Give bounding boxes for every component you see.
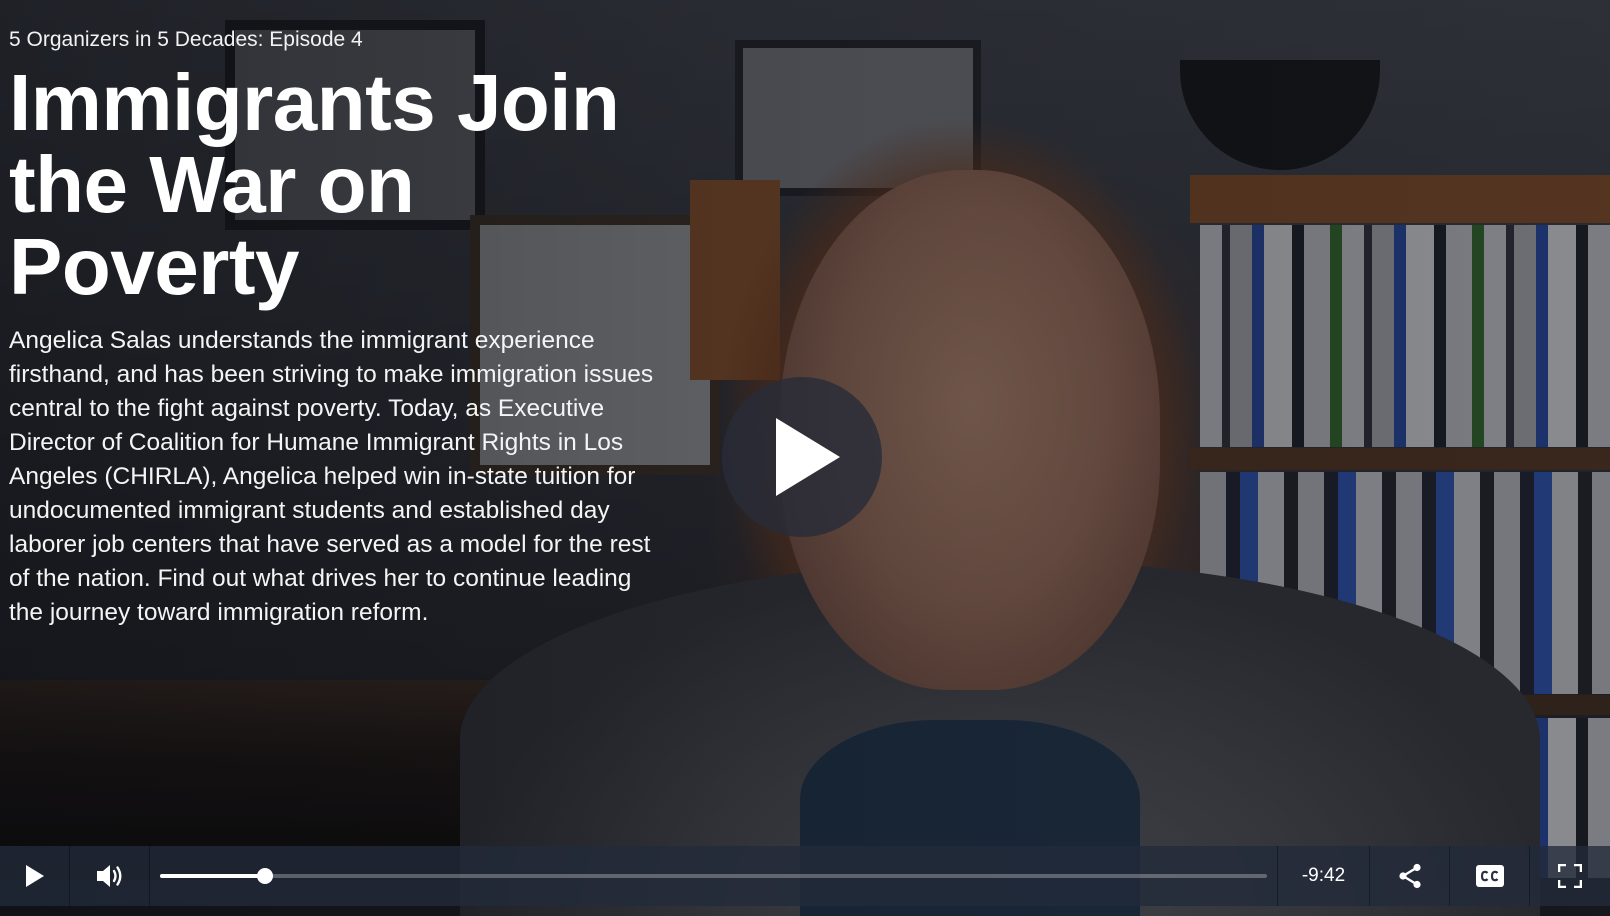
captions-button[interactable] bbox=[1450, 846, 1530, 906]
time-remaining: -9:42 bbox=[1278, 846, 1370, 906]
big-play-button[interactable] bbox=[722, 377, 882, 537]
progress-fill bbox=[160, 874, 266, 878]
play-icon bbox=[25, 865, 44, 887]
video-info: 5 Organizers in 5 Decades: Episode 4 Imm… bbox=[9, 26, 659, 630]
share-icon bbox=[1398, 863, 1421, 889]
episode-label: 5 Organizers in 5 Decades: Episode 4 bbox=[9, 28, 363, 51]
progress-bar[interactable] bbox=[150, 846, 1278, 906]
fullscreen-icon bbox=[1558, 864, 1582, 888]
volume-icon bbox=[96, 865, 121, 887]
progress-thumb[interactable] bbox=[257, 868, 274, 884]
cc-icon bbox=[1475, 865, 1504, 887]
control-bar: -9:42 bbox=[0, 846, 1610, 906]
video-description: Angelica Salas understands the immigrant… bbox=[9, 327, 654, 626]
volume-button[interactable] bbox=[70, 846, 150, 906]
video-player[interactable]: 5 Organizers in 5 Decades: Episode 4 Imm… bbox=[0, 0, 1610, 916]
progress-track[interactable] bbox=[160, 868, 1267, 884]
fullscreen-button[interactable] bbox=[1530, 846, 1610, 906]
play-icon bbox=[776, 418, 840, 496]
video-title: Immigrants Join the War on Poverty bbox=[9, 58, 620, 311]
play-button[interactable] bbox=[0, 846, 70, 906]
share-button[interactable] bbox=[1370, 846, 1450, 906]
